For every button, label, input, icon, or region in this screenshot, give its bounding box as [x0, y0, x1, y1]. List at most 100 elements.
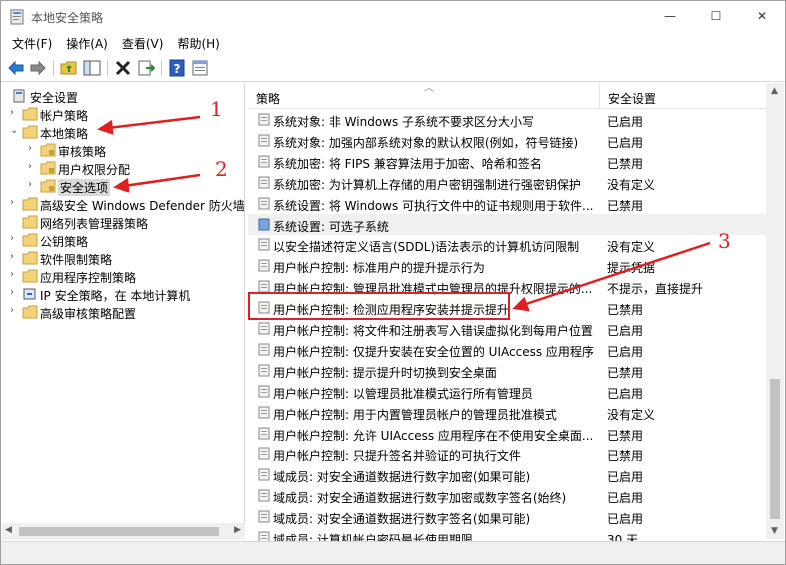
policy-name: 用户帐户控制: 允许 UIAccess 应用程序在不使用安全桌面... [273, 428, 594, 443]
tree-item-label: IP 安全策略，在 本地计算机 [40, 289, 191, 303]
menu-view[interactable]: 查看(V) [115, 32, 171, 53]
vertical-scrollbar[interactable]: ▲ ▼ [766, 83, 784, 539]
ip-security-icon [23, 288, 36, 300]
table-row[interactable]: 域成员: 对安全通道数据进行数字加密(如果可能) 已启用 [248, 464, 768, 485]
folder-icon [40, 179, 56, 193]
tree-item-label: 安全选项 [58, 179, 111, 196]
table-row[interactable]: 用户帐户控制: 以管理员批准模式运行所有管理员 已启用 [248, 381, 768, 402]
scroll-down-icon[interactable]: ▼ [771, 526, 778, 536]
tree-item[interactable]: › 公钥策略 [2, 231, 244, 249]
policy-name: 域成员: 对安全通道数据进行数字加密或数字签名(始终) [273, 491, 567, 506]
chevron-right-icon[interactable]: › [10, 305, 20, 317]
tree-item[interactable]: › 用户权限分配 [2, 159, 244, 177]
properties-icon[interactable] [191, 59, 209, 77]
policy-setting: 已禁用 [607, 428, 644, 443]
tree-item[interactable]: › 审核策略 [2, 141, 244, 159]
tree-item[interactable]: › 安全选项 [2, 177, 244, 196]
policy-setting: 已禁用 [607, 156, 644, 171]
toolbar-separator [107, 60, 108, 76]
table-row[interactable]: 系统加密: 将 FIPS 兼容算法用于加密、哈希和签名 已禁用 [248, 151, 768, 172]
tree-item[interactable]: 网络列表管理器策略 [2, 213, 244, 231]
local-security-policy-window: 本地安全策略 — ☐ ✕ 文件(F) 操作(A) 查看(V) 帮助(H) ? 安… [0, 0, 786, 565]
folder-icon [22, 233, 38, 247]
tree-item[interactable]: › IP 安全策略，在 本地计算机 [2, 285, 244, 303]
table-row[interactable]: 域成员: 对安全通道数据进行数字签名(如果可能) 已启用 [248, 506, 768, 527]
vertical-scroll-thumb[interactable] [770, 379, 780, 519]
maximize-button[interactable]: ☐ [693, 1, 739, 31]
highlight-box [248, 292, 510, 320]
policy-name: 系统对象: 非 Windows 子系统不要求区分大小写 [273, 115, 535, 129]
tree-item[interactable]: › 高级安全 Windows Defender 防火墙 [2, 195, 244, 213]
policy-name: 系统加密: 为计算机上存储的用户密钥强制进行强密钥保护 [273, 177, 581, 192]
policy-name: 系统设置: 将 Windows 可执行文件中的证书规则用于软件... [273, 198, 594, 213]
column-header-policy-label: 策略 [256, 92, 281, 106]
tree-item[interactable]: › 应用程序控制策略 [2, 267, 244, 285]
menu-file[interactable]: 文件(F) [5, 32, 59, 53]
folder-icon [22, 305, 38, 319]
minimize-button[interactable]: — [647, 1, 693, 31]
table-row[interactable]: 用户帐户控制: 标准用户的提升提示行为 提示凭据 [248, 255, 768, 276]
show-hide-tree-icon[interactable] [83, 59, 101, 77]
policy-setting: 已禁用 [607, 449, 644, 464]
table-row[interactable]: 系统设置: 将 Windows 可执行文件中的证书规则用于软件... 已禁用 [248, 193, 768, 214]
table-row[interactable]: 域成员: 计算机帐户密码最长使用期限 30 天 [248, 527, 768, 541]
tree-pane[interactable]: 安全设置 › 帐户策略 ⌄ 本地策略 › 审核策略 › 用户权限分配 › 安全选项 › 高级安全 Win… [2, 83, 245, 539]
column-header-setting[interactable]: 安全设置 [600, 83, 768, 109]
table-row[interactable]: 用户帐户控制: 只提升签名并验证的可执行文件 已禁用 [248, 443, 768, 464]
back-arrow-icon[interactable] [7, 59, 25, 77]
chevron-right-icon[interactable]: › [28, 179, 38, 191]
tree-item-label: 高级审核策略配置 [40, 307, 137, 321]
policy-name: 系统对象: 加强内部系统对象的默认权限(例如，符号链接) [273, 135, 579, 150]
column-header-policy[interactable]: 策略 ︿ [248, 83, 600, 109]
horizontal-scrollbar[interactable]: ◀ ▶ [2, 523, 245, 540]
table-row[interactable]: 域成员: 对安全通道数据进行数字加密或数字签名(始终) 已启用 [248, 485, 768, 506]
chevron-right-icon[interactable]: › [28, 161, 38, 173]
scroll-left-icon[interactable]: ◀ [5, 525, 12, 535]
table-row[interactable]: 系统加密: 为计算机上存储的用户密钥强制进行强密钥保护 没有定义 [248, 172, 768, 193]
tree-item[interactable]: › 软件限制策略 [2, 249, 244, 267]
toolbar: ? [1, 54, 785, 82]
forward-arrow-icon[interactable] [29, 59, 47, 77]
export-list-icon[interactable] [137, 59, 155, 77]
chevron-right-icon[interactable]: › [10, 251, 20, 263]
tree-item[interactable]: › 高级审核策略配置 [2, 303, 244, 321]
tree-item[interactable]: › 帐户策略 [2, 105, 244, 123]
scroll-up-icon[interactable]: ▲ [771, 86, 778, 96]
help-icon[interactable]: ? [168, 59, 186, 77]
horizontal-scroll-thumb[interactable] [19, 527, 219, 536]
scroll-right-icon[interactable]: ▶ [234, 525, 241, 535]
chevron-right-icon[interactable]: › [10, 107, 20, 119]
column-header-setting-label: 安全设置 [608, 92, 657, 106]
policy-item-icon [258, 197, 270, 210]
chevron-right-icon[interactable]: › [28, 143, 38, 155]
chevron-right-icon[interactable]: › [10, 269, 20, 281]
chevron-right-icon[interactable]: › [10, 287, 20, 299]
policy-item-icon [258, 113, 270, 126]
up-folder-icon[interactable] [60, 59, 78, 77]
menu-action[interactable]: 操作(A) [59, 32, 115, 53]
table-row[interactable]: 用户帐户控制: 用于内置管理员帐户的管理员批准模式 没有定义 [248, 402, 768, 423]
tree-item[interactable]: ⌄ 本地策略 [2, 123, 244, 141]
table-row[interactable]: 用户帐户控制: 提示提升时切换到安全桌面 已禁用 [248, 360, 768, 381]
close-button[interactable]: ✕ [739, 1, 785, 31]
table-row[interactable]: 系统对象: 非 Windows 子系统不要求区分大小写 已启用 [248, 109, 768, 130]
policy-name: 用户帐户控制: 将文件和注册表写入错误虚拟化到每用户位置 [273, 324, 593, 338]
policy-item-icon [258, 218, 270, 230]
table-row[interactable]: 用户帐户控制: 仅提升安装在安全位置的 UIAccess 应用程序 已启用 [248, 339, 768, 360]
table-row[interactable]: 系统设置: 可选子系统 [248, 213, 768, 235]
table-row[interactable]: 用户帐户控制: 将文件和注册表写入错误虚拟化到每用户位置 已启用 [248, 318, 768, 339]
tree-item[interactable]: 安全设置 [2, 87, 244, 105]
table-row[interactable]: 系统对象: 加强内部系统对象的默认权限(例如，符号链接) 已启用 [248, 130, 768, 151]
delete-icon[interactable] [114, 59, 132, 77]
menu-help[interactable]: 帮助(H) [170, 32, 226, 53]
folder-icon [22, 197, 38, 211]
table-row[interactable]: 以安全描述符定义语言(SDDL)语法表示的计算机访问限制 没有定义 [248, 234, 768, 255]
chevron-right-icon[interactable]: › [10, 197, 20, 209]
chevron-down-icon[interactable]: ⌄ [10, 125, 20, 137]
status-bar [1, 541, 785, 564]
policy-item-icon [258, 134, 270, 147]
table-row[interactable]: 用户帐户控制: 允许 UIAccess 应用程序在不使用安全桌面... 已禁用 [248, 423, 768, 444]
chevron-right-icon[interactable]: › [10, 233, 20, 245]
title-bar[interactable]: 本地安全策略 — ☐ ✕ [1, 1, 785, 31]
annotation-number-1: 1 [210, 97, 223, 121]
